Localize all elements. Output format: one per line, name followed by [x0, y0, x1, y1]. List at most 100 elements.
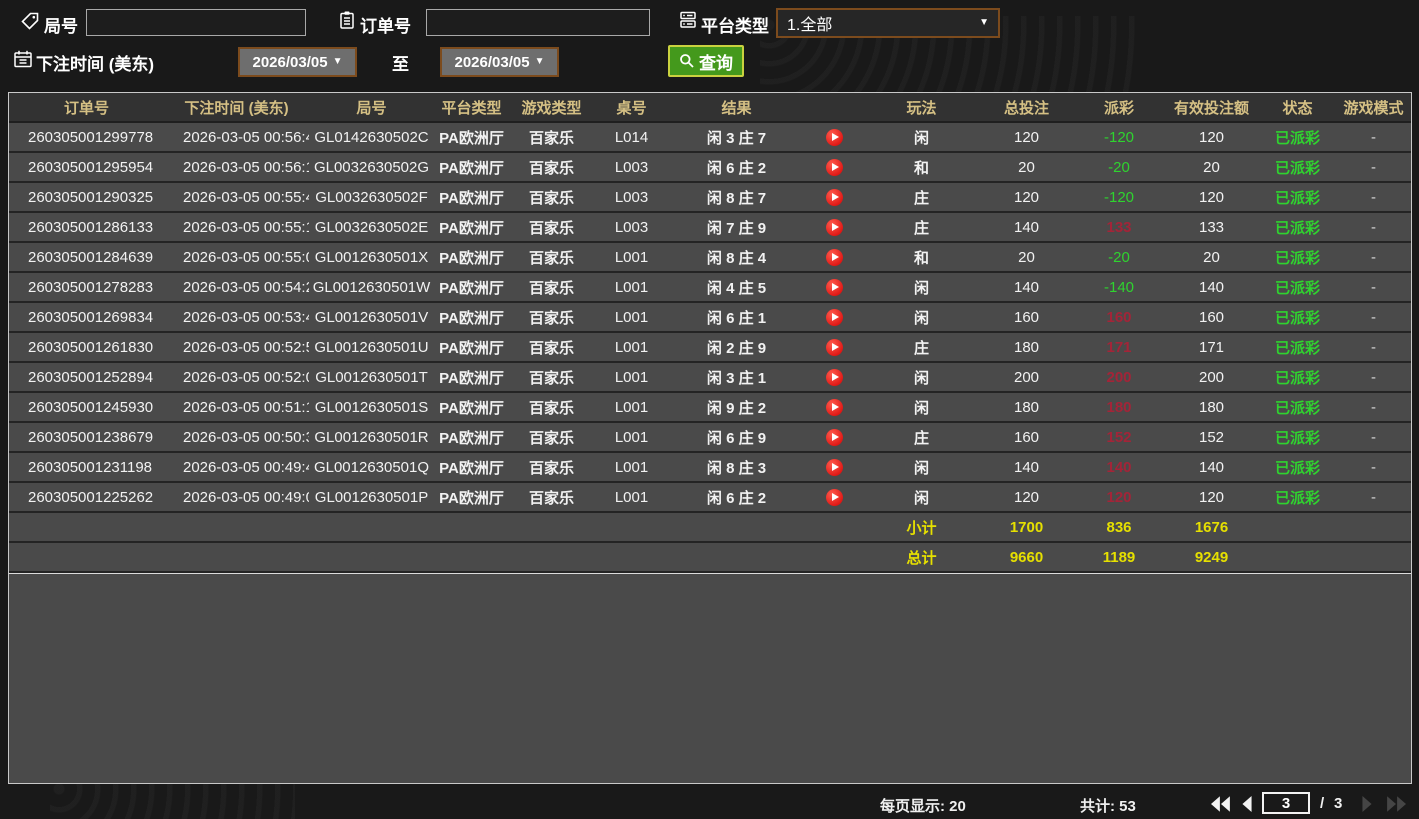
video-play-button[interactable]	[826, 129, 843, 146]
date-to-select[interactable]: 2026/03/05 ▼	[440, 47, 559, 77]
video-play-button[interactable]	[826, 369, 843, 386]
col-header-game_type: 游戏类型	[509, 93, 594, 121]
cell-video	[804, 303, 864, 331]
cell-video	[804, 153, 864, 181]
col-header-bet_time: 下注时间 (美东)	[164, 93, 309, 121]
cell-round_no: GL0012630501R	[309, 423, 434, 451]
cell-play: 庄	[864, 423, 979, 451]
order-no-input[interactable]	[426, 9, 650, 36]
col-header-order_id: 订单号	[9, 93, 164, 121]
last-page-button[interactable]	[1386, 796, 1406, 812]
cell-total_bet: 180	[979, 393, 1074, 421]
grand_total-game_mode	[1336, 543, 1411, 571]
grand_total-result	[669, 543, 804, 571]
cell-round_no: GL0012630501W	[309, 273, 434, 301]
current-page-input[interactable]	[1262, 792, 1310, 814]
cell-game_type: 百家乐	[509, 243, 594, 271]
cell-result: 闲 8 庄 7	[669, 183, 804, 211]
col-header-valid_bet: 有效投注额	[1164, 93, 1259, 121]
round-no-input[interactable]	[86, 9, 306, 36]
cell-round_no: GL0012630501X	[309, 243, 434, 271]
cell-table_no: L001	[594, 243, 669, 271]
subtotal-total_bet: 1700	[979, 513, 1074, 541]
bet-time-label: 下注时间 (美东)	[36, 50, 154, 75]
cell-status: 已派彩	[1259, 303, 1336, 331]
query-button[interactable]: 查询	[668, 45, 744, 77]
video-play-button[interactable]	[826, 339, 843, 356]
bet-records-table: 订单号下注时间 (美东)局号平台类型游戏类型桌号结果玩法总投注派彩有效投注额状态…	[8, 92, 1412, 784]
cell-status: 已派彩	[1259, 213, 1336, 241]
cell-table_no: L003	[594, 153, 669, 181]
chevron-down-icon: ▼	[333, 57, 343, 67]
cell-total_bet: 20	[979, 153, 1074, 181]
cell-game_mode: -	[1336, 363, 1411, 391]
subtotal-order_id	[9, 513, 164, 541]
cell-status: 已派彩	[1259, 273, 1336, 301]
cell-platform: PA欧洲厅	[434, 363, 509, 391]
cell-game_type: 百家乐	[509, 423, 594, 451]
calendar-icon	[13, 49, 33, 69]
total-pages-value: 3	[1334, 795, 1342, 812]
cell-game_mode: -	[1336, 243, 1411, 271]
cell-game_mode: -	[1336, 483, 1411, 511]
video-play-button[interactable]	[826, 159, 843, 176]
cell-play: 庄	[864, 213, 979, 241]
cell-result: 闲 8 庄 3	[669, 453, 804, 481]
cell-round_no: GL0032630502G	[309, 153, 434, 181]
video-play-button[interactable]	[826, 489, 843, 506]
cell-total_bet: 160	[979, 423, 1074, 451]
video-play-button[interactable]	[826, 429, 843, 446]
cell-round_no: GL0142630502C	[309, 123, 434, 151]
cell-table_no: L014	[594, 123, 669, 151]
video-play-button[interactable]	[826, 189, 843, 206]
table-row: 2603050012698342026-03-05 00:53:40GL0012…	[9, 303, 1411, 333]
video-play-button[interactable]	[826, 459, 843, 476]
cell-valid_bet: 171	[1164, 333, 1259, 361]
cell-game_type: 百家乐	[509, 363, 594, 391]
cell-game_mode: -	[1336, 273, 1411, 301]
subtotal-video	[804, 513, 864, 541]
subtotal-payout: 836	[1074, 513, 1164, 541]
cell-payout: 160	[1074, 303, 1164, 331]
video-play-button[interactable]	[826, 279, 843, 296]
cell-total_bet: 200	[979, 363, 1074, 391]
cell-order_id: 260305001245930	[9, 393, 164, 421]
cell-bet_time: 2026-03-05 00:54:29	[164, 273, 309, 301]
prev-page-button[interactable]	[1240, 796, 1254, 812]
cell-bet_time: 2026-03-05 00:55:14	[164, 213, 309, 241]
table-row: 2603050012618302026-03-05 00:52:53GL0012…	[9, 333, 1411, 363]
grand_total-game_type	[509, 543, 594, 571]
cell-status: 已派彩	[1259, 123, 1336, 151]
video-play-button[interactable]	[826, 309, 843, 326]
video-play-button[interactable]	[826, 249, 843, 266]
cell-order_id: 260305001284639	[9, 243, 164, 271]
cell-status: 已派彩	[1259, 183, 1336, 211]
cell-play: 闲	[864, 123, 979, 151]
cell-total_bet: 20	[979, 243, 1074, 271]
cell-platform: PA欧洲厅	[434, 123, 509, 151]
cell-total_bet: 120	[979, 183, 1074, 211]
table-row: 2603050012386792026-03-05 00:50:32GL0012…	[9, 423, 1411, 453]
cell-payout: -120	[1074, 183, 1164, 211]
platform-type-select[interactable]: 1.全部 ▼	[776, 8, 1000, 38]
cell-game_type: 百家乐	[509, 303, 594, 331]
col-header-table_no: 桌号	[594, 93, 669, 121]
date-from-select[interactable]: 2026/03/05 ▼	[238, 47, 357, 77]
next-page-button[interactable]	[1360, 796, 1374, 812]
cell-round_no: GL0012630501Q	[309, 453, 434, 481]
cell-round_no: GL0032630502E	[309, 213, 434, 241]
cell-order_id: 260305001231198	[9, 453, 164, 481]
cell-valid_bet: 152	[1164, 423, 1259, 451]
cell-play: 闲	[864, 453, 979, 481]
video-play-button[interactable]	[826, 219, 843, 236]
cell-payout: 152	[1074, 423, 1164, 451]
cell-play: 庄	[864, 333, 979, 361]
first-page-button[interactable]	[1211, 796, 1231, 812]
cell-table_no: L001	[594, 423, 669, 451]
table-row: 2603050012846392026-03-05 00:55:06GL0012…	[9, 243, 1411, 273]
cell-order_id: 260305001261830	[9, 333, 164, 361]
video-play-button[interactable]	[826, 399, 843, 416]
cell-platform: PA欧洲厅	[434, 213, 509, 241]
cell-bet_time: 2026-03-05 00:52:00	[164, 363, 309, 391]
subtotal-bet_time	[164, 513, 309, 541]
